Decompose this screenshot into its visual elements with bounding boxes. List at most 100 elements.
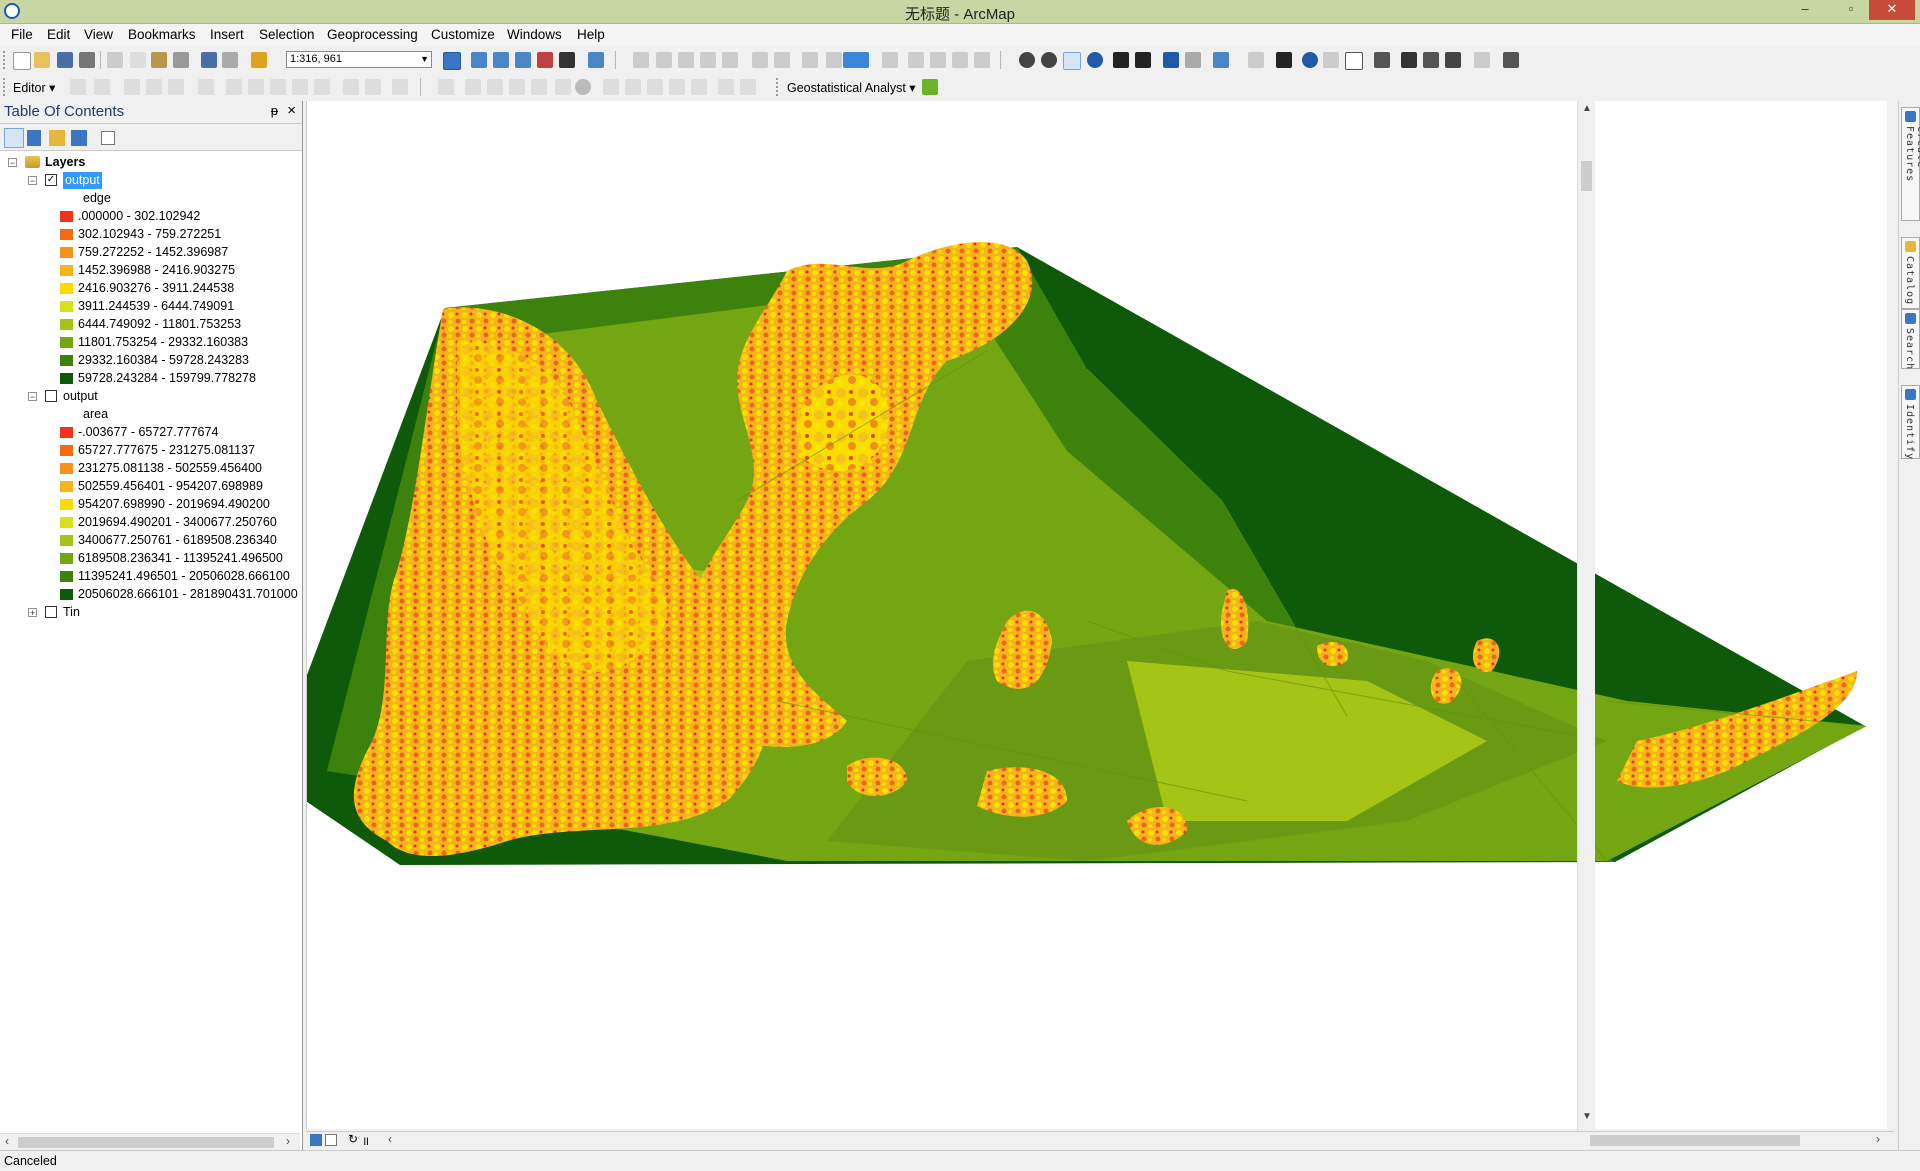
disabled-tool-icon[interactable] xyxy=(826,52,842,68)
legend-swatch[interactable] xyxy=(60,373,73,384)
topology-edit-icon[interactable] xyxy=(465,79,481,95)
create-features-icon[interactable] xyxy=(392,79,408,95)
find-binoculars-icon[interactable] xyxy=(1401,52,1417,68)
legend-swatch[interactable] xyxy=(60,301,73,312)
editor-toolbar-icon[interactable] xyxy=(443,52,461,70)
topology-edit-icon[interactable] xyxy=(718,79,734,95)
hyperlink-icon[interactable] xyxy=(1323,52,1339,68)
dock-tab-catalog[interactable]: Catalog xyxy=(1901,237,1920,309)
scroll-right-icon[interactable]: › xyxy=(286,1134,290,1148)
point-icon[interactable] xyxy=(198,79,214,95)
pan-hand-icon[interactable] xyxy=(1063,52,1081,70)
legend-swatch[interactable] xyxy=(60,265,73,276)
scroll-down-icon[interactable]: ▼ xyxy=(1582,1111,1592,1122)
geostatistical-wizard-icon[interactable] xyxy=(922,79,938,95)
save-icon[interactable] xyxy=(57,52,73,68)
disabled-tool-icon[interactable] xyxy=(930,52,946,68)
scrollbar-thumb[interactable] xyxy=(1581,161,1592,191)
scroll-right-icon[interactable]: › xyxy=(1876,1132,1880,1146)
sketch-properties-icon[interactable] xyxy=(365,79,381,95)
copy-icon[interactable] xyxy=(130,52,146,68)
list-by-source-icon[interactable] xyxy=(27,130,41,146)
menu-bookmarks[interactable]: Bookmarks xyxy=(128,27,196,42)
toolbar-grip[interactable] xyxy=(3,78,8,96)
toolbar-grip[interactable] xyxy=(3,51,8,69)
disabled-tool-icon[interactable] xyxy=(656,52,672,68)
toc-horizontal-scrollbar[interactable]: ‹ › xyxy=(0,1133,300,1151)
layer-name[interactable]: Tin xyxy=(63,604,80,621)
legend-swatch[interactable] xyxy=(60,499,73,510)
map-scale-combobox[interactable]: 1:316, 961 ▼ xyxy=(286,51,432,68)
search-window-icon[interactable] xyxy=(515,52,531,68)
catalog-window-icon[interactable] xyxy=(493,52,509,68)
legend-swatch[interactable] xyxy=(60,211,73,222)
split-icon[interactable] xyxy=(292,79,308,95)
restore-button[interactable]: ▫ xyxy=(1836,0,1866,20)
reshape-icon[interactable] xyxy=(248,79,264,95)
menu-geoprocessing[interactable]: Geoprocessing xyxy=(327,27,418,42)
list-by-drawing-order-icon[interactable] xyxy=(4,128,24,148)
list-by-selection-icon[interactable] xyxy=(71,130,87,146)
attributes-icon[interactable] xyxy=(343,79,359,95)
menu-windows[interactable]: Windows xyxy=(507,27,562,42)
legend-swatch[interactable] xyxy=(60,445,73,456)
end-point-arc-icon[interactable] xyxy=(146,79,162,95)
topology-edit-icon[interactable] xyxy=(669,79,685,95)
disabled-tool-icon[interactable] xyxy=(752,52,768,68)
legend-swatch[interactable] xyxy=(60,337,73,348)
disabled-tool-icon[interactable] xyxy=(908,52,924,68)
delete-icon[interactable] xyxy=(173,52,189,68)
collapse-icon[interactable]: − xyxy=(28,392,37,402)
close-button[interactable]: ✕ xyxy=(1869,0,1915,20)
topology-edit-icon[interactable] xyxy=(555,79,571,95)
scroll-left-icon[interactable]: ‹ xyxy=(388,1132,392,1146)
options-icon[interactable] xyxy=(101,131,115,145)
topology-edit-icon[interactable] xyxy=(603,79,619,95)
pin-icon[interactable]: ᵽ xyxy=(271,103,278,118)
select-features-icon[interactable] xyxy=(1213,52,1229,68)
clear-selection-icon[interactable] xyxy=(1248,52,1264,68)
minimize-button[interactable]: – xyxy=(1790,0,1820,20)
refresh-icon[interactable]: ↻ xyxy=(348,1132,358,1146)
expand-icon[interactable]: + xyxy=(28,608,37,618)
arctoolbox-icon[interactable] xyxy=(537,52,553,68)
legend-swatch[interactable] xyxy=(60,463,73,474)
full-extent-globe-icon[interactable] xyxy=(1087,52,1103,68)
disabled-tool-icon[interactable] xyxy=(974,52,990,68)
disabled-tool-icon[interactable] xyxy=(774,52,790,68)
legend-swatch[interactable] xyxy=(60,229,73,240)
topology-edit-icon[interactable] xyxy=(691,79,707,95)
straight-segment-icon[interactable] xyxy=(124,79,140,95)
cut-icon[interactable] xyxy=(107,52,123,68)
layer-visibility-checkbox[interactable] xyxy=(45,606,57,618)
topology-edit-icon[interactable] xyxy=(740,79,756,95)
editor-menu[interactable]: Editor ▾ xyxy=(13,80,55,95)
legend-swatch[interactable] xyxy=(60,247,73,258)
legend-swatch[interactable] xyxy=(60,427,73,438)
error-inspector-icon[interactable] xyxy=(575,79,591,95)
legend-swatch[interactable] xyxy=(60,535,73,546)
add-data-icon[interactable] xyxy=(251,52,267,68)
rotate-icon[interactable] xyxy=(314,79,330,95)
layer-name[interactable]: output xyxy=(63,172,102,189)
menu-help[interactable]: Help xyxy=(577,27,605,42)
go-to-xy-icon[interactable] xyxy=(1445,52,1461,68)
layer-name[interactable]: output xyxy=(63,388,98,405)
scroll-left-icon[interactable]: ‹ xyxy=(5,1134,9,1148)
scrollbar-thumb[interactable] xyxy=(1590,1135,1800,1146)
identify-icon[interactable] xyxy=(1302,52,1318,68)
disabled-tool-icon[interactable] xyxy=(678,52,694,68)
disabled-tool-icon[interactable] xyxy=(633,52,649,68)
legend-swatch[interactable] xyxy=(60,481,73,492)
map-display[interactable] xyxy=(306,101,1887,1129)
legend-swatch[interactable] xyxy=(60,283,73,294)
fixed-zoom-out-icon[interactable] xyxy=(1135,52,1151,68)
legend-swatch[interactable] xyxy=(60,517,73,528)
menu-selection[interactable]: Selection xyxy=(259,27,315,42)
dock-tab-create-features[interactable]: Create Features xyxy=(1901,107,1920,221)
chevron-down-icon[interactable]: ▼ xyxy=(420,52,429,67)
scroll-up-icon[interactable]: ▲ xyxy=(1582,103,1592,114)
topology-edit-icon[interactable] xyxy=(531,79,547,95)
menu-file[interactable]: File xyxy=(11,27,33,42)
print-icon[interactable] xyxy=(79,52,95,68)
